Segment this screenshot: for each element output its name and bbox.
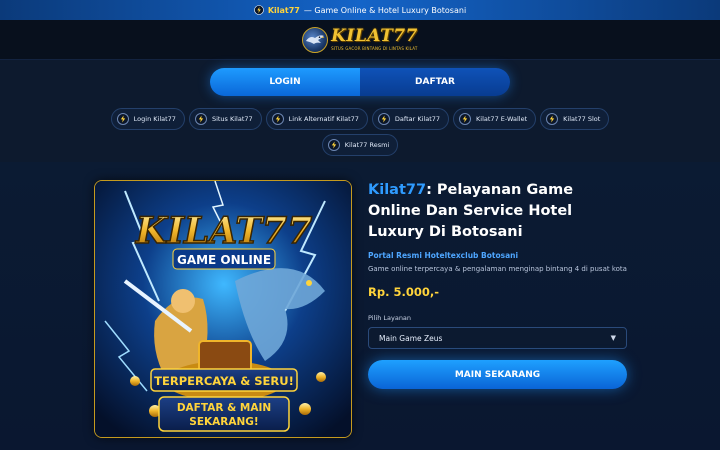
chip-login-kilat77[interactable]: Login Kilat77 [110, 108, 185, 130]
promo-banner: KILAT77 GAME ONLINE TERPERCAYA & SERU! D… [94, 180, 352, 438]
play-now-button[interactable]: MAIN SEKARANG [368, 360, 627, 389]
announcement-brand: Kilat77 [267, 5, 300, 15]
site-logo[interactable]: KILAT77 SITUS GACOR BINTANG DI LINTAS KI… [302, 26, 418, 53]
chip-e-wallet[interactable]: Kilat77 E-Wallet [453, 108, 537, 130]
chip-label: Login Kilat77 [133, 115, 176, 123]
banner-ribbon-cta-line2: SEKARANG! [189, 416, 258, 428]
chevron-down-icon: ▼ [610, 334, 616, 342]
chip-label: Situs Kilat77 [211, 115, 253, 123]
lightning-badge-icon [271, 113, 284, 125]
chip-link-alternatif[interactable]: Link Alternatif Kilat77 [265, 108, 368, 130]
quick-links: Login Kilat77 Situs Kilat77 Link Alterna… [80, 108, 640, 156]
lightning-badge-icon [377, 113, 390, 125]
service-select[interactable]: Main Game Zeus ▼ [368, 327, 627, 349]
service-select-label: Pilih Layanan [368, 314, 412, 322]
lightning-badge-icon [254, 5, 264, 15]
chip-daftar-kilat77[interactable]: Daftar Kilat77 [371, 108, 450, 130]
banner-game-online: GAME ONLINE [177, 253, 271, 267]
lightning-badge-icon [459, 113, 472, 125]
chip-situs-kilat77[interactable]: Situs Kilat77 [188, 108, 262, 130]
logo-tagline: SITUS GACOR BINTANG DI LINTAS KILAT [331, 46, 418, 51]
product-price: Rp. 5.000,- [368, 285, 439, 299]
chip-resmi[interactable]: Kilat77 Resmi [321, 134, 399, 156]
chip-slot[interactable]: Kilat77 Slot [540, 108, 610, 130]
page-title: Kilat77: Pelayanan Game Online Dan Servi… [368, 180, 628, 243]
chip-label: Kilat77 E-Wallet [476, 115, 528, 123]
banner-ribbon-trusted: TERPERCAYA & SERU! [154, 374, 294, 388]
chip-label: Kilat77 Resmi [344, 141, 390, 149]
banner-logo-text: KILAT77 [135, 210, 312, 252]
title-highlight: Kilat77 [368, 182, 427, 198]
lightning-badge-icon [327, 139, 340, 151]
eagle-icon [302, 26, 329, 53]
chip-label: Kilat77 Slot [563, 115, 601, 123]
product-subtitle: Portal Resmi Hoteltexclub Botosani [368, 251, 519, 260]
logo-wordmark: KILAT77 [331, 26, 418, 46]
service-select-value: Main Game Zeus [379, 333, 443, 343]
auth-button-group: LOGIN DAFTAR [210, 68, 510, 96]
site-header: KILAT77 SITUS GACOR BINTANG DI LINTAS KI… [0, 20, 720, 60]
lightning-badge-icon [116, 113, 129, 125]
register-button[interactable]: DAFTAR [360, 68, 510, 96]
announcement-bar: Kilat77 — Game Online & Hotel Luxury Bot… [0, 0, 720, 20]
nav-section: LOGIN DAFTAR Login Kilat77 Situs Kilat77… [0, 60, 720, 162]
announcement-text: — Game Online & Hotel Luxury Botosani [303, 5, 467, 15]
product-info: Kilat77: Pelayanan Game Online Dan Servi… [368, 180, 628, 389]
product-section: KILAT77 GAME ONLINE TERPERCAYA & SERU! D… [0, 162, 720, 450]
chip-label: Link Alternatif Kilat77 [288, 115, 359, 123]
lightning-badge-icon [194, 113, 207, 125]
banner-ribbon-cta-line1: DAFTAR & MAIN [177, 402, 271, 414]
login-button[interactable]: LOGIN [210, 68, 360, 96]
product-description: Game online terpercaya & pengalaman meng… [368, 265, 627, 273]
chip-label: Daftar Kilat77 [394, 115, 441, 123]
lightning-badge-icon [546, 113, 559, 125]
